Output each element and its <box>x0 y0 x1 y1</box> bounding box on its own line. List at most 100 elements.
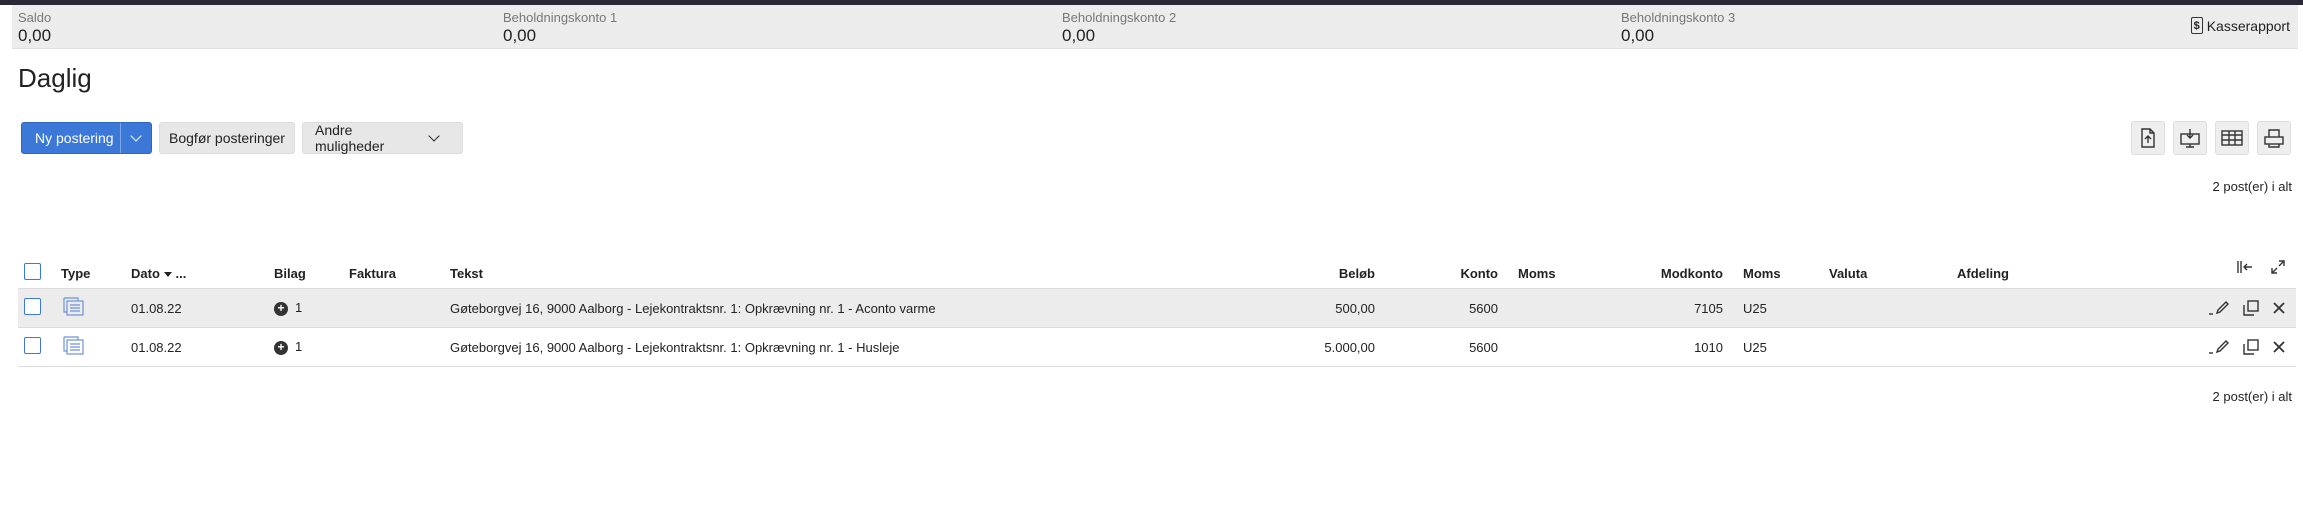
bilag-value: 1 <box>295 300 303 316</box>
edit-icon[interactable] <box>2208 301 2230 315</box>
row-checkbox[interactable] <box>24 337 41 354</box>
table-columns-button[interactable] <box>2215 121 2249 155</box>
summary-bar: Saldo 0,00 Beholdningskonto 1 0,00 Behol… <box>12 5 2298 49</box>
konto-cell: 5600 <box>1375 288 1498 328</box>
copy-icon[interactable] <box>2243 339 2259 355</box>
table-row[interactable]: 01.08.22 +1 Gøteborgvej 16, 9000 Aalborg… <box>18 288 2296 328</box>
edit-icon[interactable] <box>2208 340 2230 354</box>
tekst-cell: Gøteborgvej 16, 9000 Aalborg - Lejekontr… <box>450 327 1280 367</box>
copy-icon[interactable] <box>2243 300 2259 316</box>
document-list-icon <box>61 296 85 317</box>
row-checkbox[interactable] <box>24 298 41 315</box>
collapse-columns-icon[interactable] <box>2236 260 2254 274</box>
summary-value: 0,00 <box>1621 26 1655 45</box>
table-columns-icon <box>2221 129 2243 147</box>
row-select-cell <box>18 288 61 328</box>
export-file-button[interactable] <box>2131 121 2165 155</box>
add-attachment-icon[interactable]: + <box>274 340 288 355</box>
valuta-cell <box>1809 327 1957 367</box>
print-icon <box>2263 128 2285 148</box>
type-cell <box>61 327 131 367</box>
moms-2-cell: U25 <box>1723 288 1809 328</box>
header-konto[interactable]: Konto <box>1375 258 1498 289</box>
belob-cell: 5.000,00 <box>1280 327 1375 367</box>
row-select-cell <box>18 327 61 367</box>
tekst-cell: Gøteborgvej 16, 9000 Aalborg - Lejekontr… <box>450 288 1280 328</box>
summary-saldo: Saldo 0,00 <box>18 10 51 46</box>
post-count-bottom: 2 post(er) i alt <box>2212 389 2292 404</box>
expand-icon[interactable] <box>2270 259 2286 275</box>
moms-cell <box>1498 288 1568 328</box>
afdeling-cell <box>1957 327 2107 367</box>
summary-label: Beholdningskonto 1 <box>503 10 618 25</box>
header-bilag[interactable]: Bilag <box>274 258 349 289</box>
post-entries-button[interactable]: Bogfør posteringer <box>159 122 295 154</box>
summary-label: Beholdningskonto 3 <box>1621 10 1736 25</box>
header-actions <box>2107 258 2296 289</box>
new-posting-dropdown[interactable] <box>120 123 151 153</box>
summary-beholdningskonto-1: Beholdningskonto 1 0,00 <box>503 10 617 46</box>
print-button[interactable] <box>2257 121 2291 155</box>
summary-label: Saldo <box>18 10 52 25</box>
select-all-checkbox[interactable] <box>24 263 41 280</box>
other-options-label: Andre muligheder <box>315 122 385 154</box>
date-cell: 01.08.22 <box>131 288 274 328</box>
header-afdeling[interactable]: Afdeling <box>1957 258 2107 289</box>
summary-value: 0,00 <box>18 26 52 45</box>
import-button[interactable] <box>2173 121 2207 155</box>
header-modkonto[interactable]: Modkonto <box>1568 258 1723 289</box>
bilag-value: 1 <box>295 339 303 355</box>
delete-icon[interactable] <box>2272 301 2286 315</box>
new-posting-label: Ny postering <box>35 130 114 146</box>
new-posting-button[interactable]: Ny postering <box>21 122 152 154</box>
other-options-dropdown[interactable] <box>420 130 448 142</box>
delete-icon[interactable] <box>2272 340 2286 354</box>
summary-value: 0,00 <box>1062 26 1096 45</box>
modkonto-cell: 1010 <box>1568 327 1723 367</box>
header-date-more: ... <box>175 265 187 281</box>
header-valuta[interactable]: Valuta <box>1809 258 1957 289</box>
kasserapport-label: Kasserapport <box>2206 17 2290 34</box>
header-date[interactable]: Dato ... <box>131 258 274 289</box>
add-attachment-icon[interactable]: + <box>274 301 288 316</box>
bilag-cell: +1 <box>274 288 349 328</box>
import-monitor-icon <box>2179 128 2201 148</box>
other-options-button[interactable]: Andre muligheder <box>302 122 463 154</box>
chevron-down-icon <box>428 130 440 142</box>
belob-cell: 500,00 <box>1280 288 1375 328</box>
summary-value: 0,00 <box>503 26 537 45</box>
header-faktura[interactable]: Faktura <box>349 258 450 289</box>
actions-cell <box>2107 327 2296 367</box>
actions-cell <box>2107 288 2296 328</box>
faktura-cell <box>349 327 450 367</box>
chevron-down-icon <box>130 130 142 142</box>
header-tekst[interactable]: Tekst <box>450 258 1280 289</box>
post-count-top: 2 post(er) i alt <box>2212 179 2292 194</box>
table-header-row: Type Dato ... Bilag Faktura Tekst Beløb … <box>18 258 2296 289</box>
cash-report-icon: $ <box>2190 17 2203 34</box>
afdeling-cell <box>1957 288 2107 328</box>
export-file-icon <box>2139 128 2157 148</box>
type-cell <box>61 288 131 328</box>
header-moms[interactable]: Moms <box>1498 258 1568 289</box>
sort-desc-icon <box>163 271 172 277</box>
summary-beholdningskonto-2: Beholdningskonto 2 0,00 <box>1062 10 1176 46</box>
document-list-icon <box>61 335 85 356</box>
moms-2-cell: U25 <box>1723 327 1809 367</box>
valuta-cell <box>1809 288 1957 328</box>
select-all-cell <box>18 258 61 289</box>
header-belob[interactable]: Beløb <box>1280 258 1375 289</box>
kasserapport-button[interactable]: $ Kasserapport <box>2190 17 2290 34</box>
faktura-cell <box>349 288 450 328</box>
summary-beholdningskonto-3: Beholdningskonto 3 0,00 <box>1621 10 1735 46</box>
bilag-cell: +1 <box>274 327 349 367</box>
header-type[interactable]: Type <box>61 258 131 289</box>
summary-label: Beholdningskonto 2 <box>1062 10 1177 25</box>
table-row[interactable]: 01.08.22 +1 Gøteborgvej 16, 9000 Aalborg… <box>18 327 2296 367</box>
moms-cell <box>1498 327 1568 367</box>
postings-table: Type Dato ... Bilag Faktura Tekst Beløb … <box>18 258 2296 367</box>
date-cell: 01.08.22 <box>131 327 274 367</box>
header-moms-2[interactable]: Moms <box>1723 258 1809 289</box>
page-title: Daglig <box>18 63 92 93</box>
modkonto-cell: 7105 <box>1568 288 1723 328</box>
